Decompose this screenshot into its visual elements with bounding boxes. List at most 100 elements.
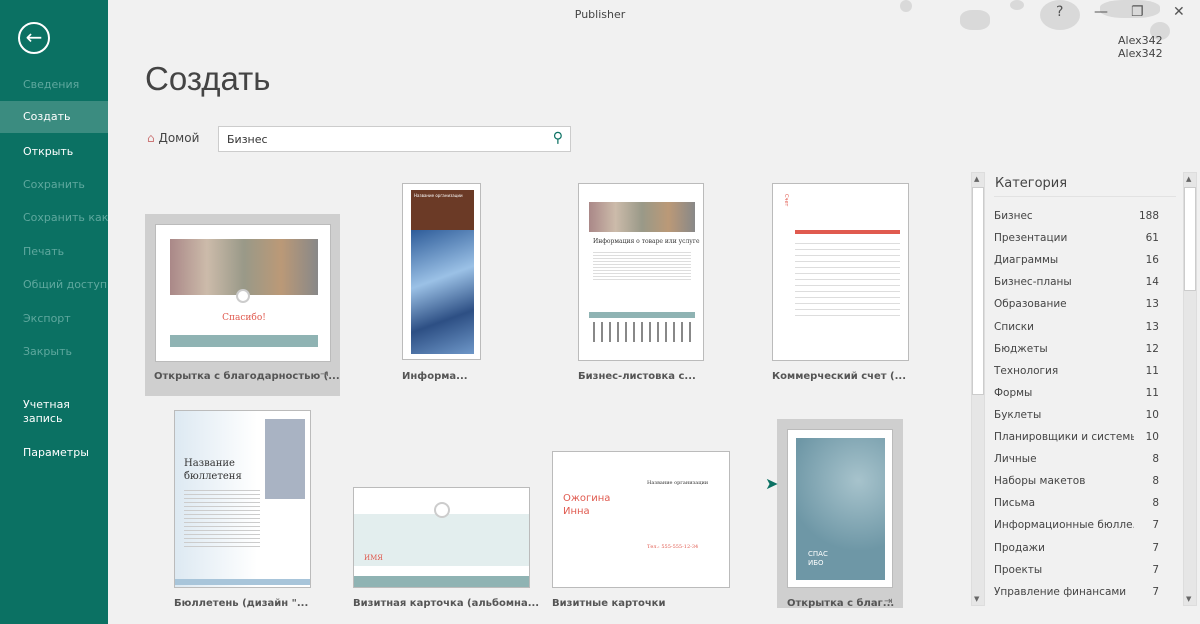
category-name: Образование bbox=[994, 298, 1067, 311]
category-count: 12 bbox=[1145, 342, 1159, 355]
category-item[interactable]: Образование 13 bbox=[994, 293, 1159, 315]
template-thumbnail[interactable]: Ожогина Инна Название организации Тел.: … bbox=[552, 451, 730, 588]
template-thumbnail[interactable]: Информация о товаре или услуге bbox=[578, 183, 704, 361]
template-label: Коммерческий счет (... bbox=[772, 371, 907, 382]
category-name: Бюджеты bbox=[994, 342, 1048, 355]
nav-open[interactable]: Открыть bbox=[0, 136, 108, 168]
category-name: Личные bbox=[994, 453, 1037, 466]
help-button[interactable]: ? bbox=[1056, 4, 1063, 20]
category-item[interactable]: Списки 13 bbox=[994, 316, 1159, 338]
left-scrollbar[interactable]: ▲ ▼ bbox=[971, 172, 985, 606]
category-item[interactable]: Информационные бюлле... 7 bbox=[994, 514, 1159, 536]
nav-print: Печать bbox=[23, 245, 65, 258]
category-name: Письма bbox=[994, 497, 1036, 510]
template-thumbnail[interactable]: ИМЯ bbox=[353, 487, 530, 588]
category-item[interactable]: Бизнес-планы 14 bbox=[994, 271, 1159, 293]
nav-save: Сохранить bbox=[23, 178, 85, 191]
category-count: 7 bbox=[1152, 541, 1159, 554]
category-name: Бизнес bbox=[994, 210, 1033, 222]
template-thumbnail[interactable]: СПАС ИБО bbox=[787, 429, 893, 588]
close-button[interactable]: ✕ bbox=[1173, 4, 1185, 20]
template-label: Открытка с благодарностью (... bbox=[154, 371, 340, 382]
category-name: Диаграммы bbox=[994, 254, 1059, 267]
category-heading: Категория bbox=[995, 176, 1068, 191]
backstage-sidebar: ← Сведения Создать Открыть Сохранить Сох… bbox=[0, 0, 108, 624]
category-count: 7 bbox=[1152, 563, 1159, 576]
search-icon[interactable]: ⚲ bbox=[553, 130, 563, 146]
category-item[interactable]: Проекты 7 bbox=[994, 559, 1159, 581]
template-thumbnail[interactable]: Счет bbox=[772, 183, 909, 361]
category-name: Презентации bbox=[994, 232, 1068, 245]
home-icon: ⌂ bbox=[147, 131, 155, 145]
template-thumbnail[interactable]: Название организации bbox=[402, 183, 481, 360]
category-item[interactable]: Диаграммы 16 bbox=[994, 249, 1159, 271]
category-count: 8 bbox=[1152, 497, 1159, 510]
back-arrow-icon[interactable]: ← bbox=[18, 22, 50, 54]
page-title: Создать bbox=[145, 60, 271, 97]
category-count: 11 bbox=[1145, 386, 1159, 399]
category-count: 8 bbox=[1152, 475, 1159, 488]
category-name: Списки bbox=[994, 320, 1034, 333]
category-count: 61 bbox=[1145, 232, 1159, 245]
template-label: Информа... bbox=[402, 371, 468, 382]
category-name: Бизнес-планы bbox=[994, 276, 1072, 289]
category-count: 7 bbox=[1152, 585, 1159, 598]
pin-icon[interactable]: ⇥ bbox=[320, 369, 328, 380]
template-label: Бизнес-листовка с... bbox=[578, 371, 696, 382]
nav-new[interactable]: Создать bbox=[0, 101, 108, 133]
category-count: 16 bbox=[1145, 254, 1159, 267]
template-label: Визитные карточки bbox=[552, 598, 666, 609]
search-input[interactable]: Бизнес ⚲ bbox=[218, 126, 571, 152]
category-item[interactable]: Письма 8 bbox=[994, 492, 1159, 514]
category-count: 10 bbox=[1145, 408, 1159, 421]
category-count: 13 bbox=[1145, 320, 1159, 333]
mouse-cursor-icon: ➤ bbox=[765, 474, 779, 493]
category-count: 188 bbox=[1138, 210, 1159, 222]
nav-options[interactable]: Параметры bbox=[0, 437, 108, 469]
category-name: Буклеты bbox=[994, 408, 1042, 421]
category-item[interactable]: Наборы макетов 8 bbox=[994, 470, 1159, 492]
category-count: 14 bbox=[1145, 276, 1159, 289]
template-label: Открытка с благ... bbox=[787, 598, 895, 609]
home-link[interactable]: ⌂ Домой bbox=[147, 131, 199, 145]
category-item[interactable]: Буклеты 10 bbox=[994, 404, 1159, 426]
category-name: Технология bbox=[994, 364, 1059, 377]
template-thumbnail[interactable]: Название бюллетеня bbox=[174, 410, 311, 588]
template-label: Визитная карточка (альбомна... bbox=[353, 598, 540, 609]
category-item[interactable]: Формы 11 bbox=[994, 382, 1159, 404]
restore-button[interactable]: ❐ bbox=[1131, 4, 1144, 20]
category-item[interactable]: Технология 11 bbox=[994, 360, 1159, 382]
category-name: Проекты bbox=[994, 563, 1043, 576]
category-item[interactable]: Управление финансами 7 bbox=[994, 581, 1159, 603]
user-name[interactable]: Alex342 Alex342 bbox=[1118, 34, 1200, 60]
category-name: Управление финансами bbox=[994, 585, 1127, 598]
category-count: 10 bbox=[1145, 431, 1159, 443]
nav-account[interactable]: Учетная запись bbox=[0, 398, 80, 432]
category-item[interactable]: Личные 8 bbox=[994, 448, 1159, 470]
category-name: Планировщики и системы... bbox=[994, 431, 1134, 443]
nav-close: Закрыть bbox=[23, 345, 72, 358]
category-count: 11 bbox=[1145, 364, 1159, 377]
nav-share: Общий доступ bbox=[23, 278, 108, 291]
template-thumbnail[interactable]: Спасибо! bbox=[155, 224, 331, 362]
category-name: Информационные бюлле... bbox=[994, 519, 1134, 532]
category-item[interactable]: Презентации 61 bbox=[994, 227, 1159, 249]
nav-info: Сведения bbox=[23, 78, 80, 91]
minimize-button[interactable]: — bbox=[1094, 4, 1108, 20]
right-scrollbar[interactable]: ▲ ▼ bbox=[1183, 172, 1197, 606]
category-count: 13 bbox=[1145, 298, 1159, 311]
category-name: Продажи bbox=[994, 541, 1045, 554]
pin-icon[interactable]: ⇥ bbox=[884, 596, 892, 607]
category-count: 7 bbox=[1152, 519, 1159, 532]
category-item[interactable]: Продажи 7 bbox=[994, 537, 1159, 559]
category-item[interactable]: Бизнес 188 bbox=[994, 205, 1159, 227]
category-count: 8 bbox=[1152, 453, 1159, 466]
template-label: Бюллетень (дизайн "... bbox=[174, 598, 309, 609]
category-item[interactable]: Бюджеты 12 bbox=[994, 338, 1159, 360]
category-name: Наборы макетов bbox=[994, 475, 1086, 488]
window-title: Publisher bbox=[574, 8, 626, 21]
nav-save-as: Сохранить как bbox=[23, 211, 109, 224]
category-name: Формы bbox=[994, 386, 1033, 399]
nav-export: Экспорт bbox=[23, 312, 71, 325]
category-item[interactable]: Планировщики и системы... 10 bbox=[994, 426, 1159, 448]
